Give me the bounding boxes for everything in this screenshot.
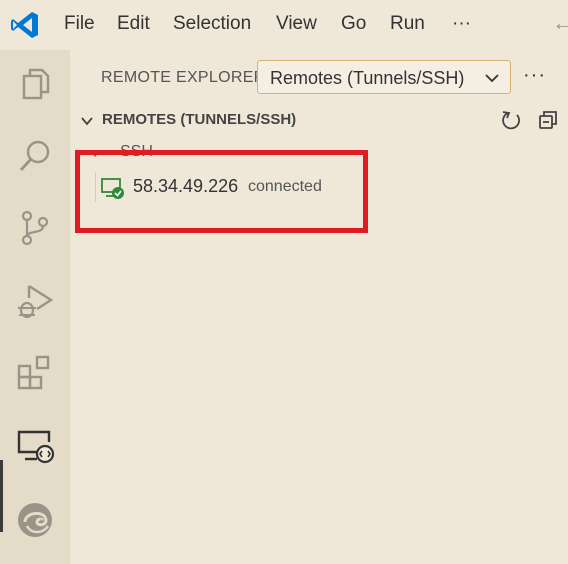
activity-bar xyxy=(0,50,70,564)
collapse-all-icon[interactable] xyxy=(538,110,558,130)
menu-edit[interactable]: Edit xyxy=(117,13,150,35)
panel-more-button[interactable]: ··· xyxy=(523,64,546,87)
dropdown-value: Remotes (Tunnels/SSH) xyxy=(270,68,465,88)
menu-more-button[interactable]: ··· xyxy=(452,13,471,35)
search-icon[interactable] xyxy=(15,136,55,176)
run-debug-icon[interactable] xyxy=(15,280,55,320)
refresh-icon[interactable] xyxy=(500,109,522,131)
remotes-dropdown[interactable]: Remotes (Tunnels/SSH) xyxy=(257,60,511,94)
vscode-logo-icon xyxy=(11,12,38,38)
chevron-down-icon xyxy=(485,74,499,83)
title-bar: File Edit Selection View Go Run ··· ← xyxy=(0,0,568,50)
active-indicator xyxy=(0,460,3,532)
remote-explorer-icon[interactable] xyxy=(15,426,55,466)
back-arrow-icon[interactable]: ← xyxy=(552,10,568,36)
extensions-icon[interactable] xyxy=(15,352,55,392)
explorer-icon[interactable] xyxy=(15,65,55,105)
edge-icon[interactable] xyxy=(15,500,55,540)
section-title: REMOTES (TUNNELS/SSH) xyxy=(102,111,297,128)
menu-selection[interactable]: Selection xyxy=(173,13,251,35)
panel-title: REMOTE EXPLORER xyxy=(101,69,266,86)
menu-go[interactable]: Go xyxy=(341,13,366,35)
annotation-highlight-box xyxy=(75,150,368,233)
menu-file[interactable]: File xyxy=(64,13,95,35)
chevron-down-icon xyxy=(81,117,93,126)
remotes-section-header[interactable]: REMOTES (TUNNELS/SSH) xyxy=(70,105,568,135)
menu-run[interactable]: Run xyxy=(390,13,425,35)
menu-view[interactable]: View xyxy=(276,13,317,35)
source-control-icon[interactable] xyxy=(15,208,55,248)
